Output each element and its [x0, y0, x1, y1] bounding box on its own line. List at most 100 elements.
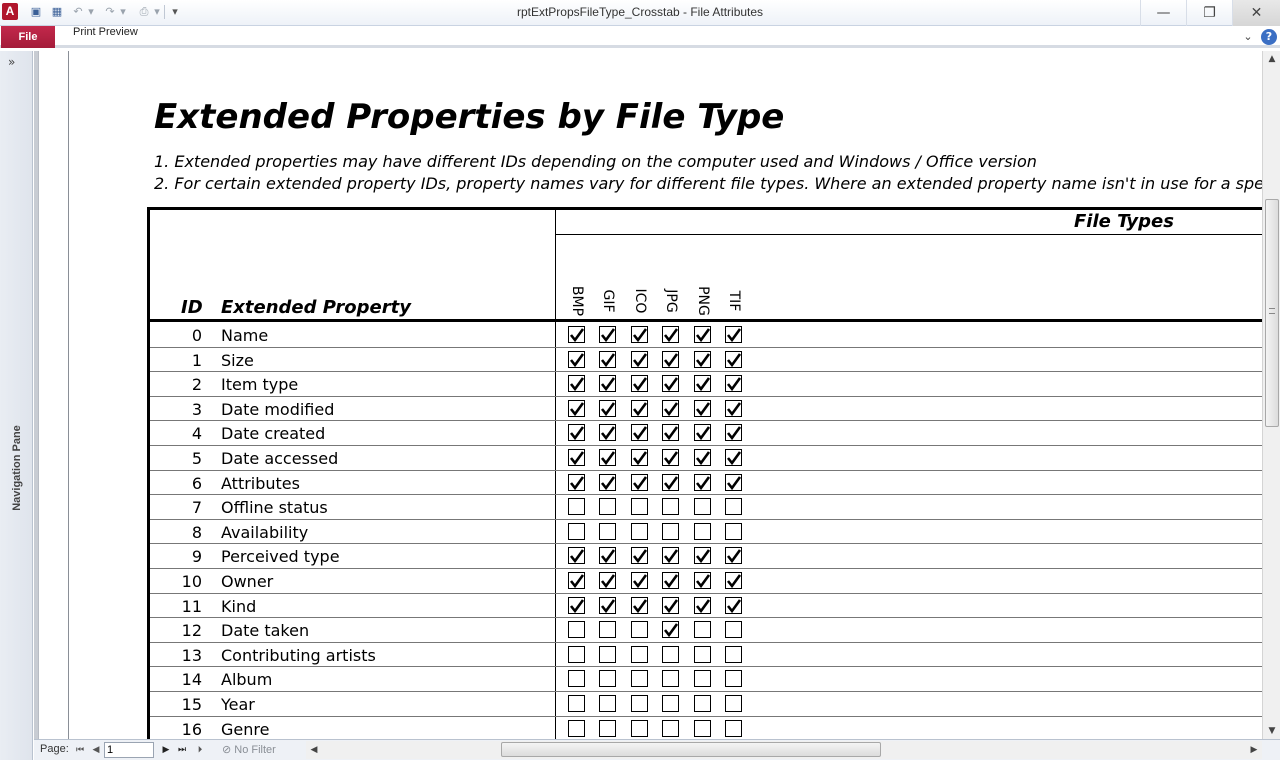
- row-property-name: Date accessed: [221, 449, 339, 468]
- scroll-down-icon[interactable]: ▼: [1263, 723, 1280, 739]
- ribbon-tab-strip: File Print Preview ⌄ ?: [0, 26, 1280, 48]
- checked-checkbox-icon: [694, 449, 711, 466]
- window-title: rptExtPropsFileType_Crosstab - File Attr…: [516, 5, 764, 19]
- checked-checkbox-icon: [662, 547, 679, 565]
- unchecked-checkbox-icon: [694, 695, 711, 712]
- vertical-scrollbar[interactable]: ▲ ▼: [1262, 51, 1280, 739]
- nav-pane-toggle-icon[interactable]: »: [8, 55, 15, 69]
- checked-checkbox-icon: [631, 424, 648, 442]
- row-id: 8: [191, 522, 202, 542]
- restore-button[interactable]: ❐: [1186, 0, 1232, 26]
- record-navigation-bar: Page: ⏮ ◀ 1 ▶ ⏭ ⏵ ⊘ No Filter ◀ ▶: [34, 739, 1280, 760]
- row-id: 16: [181, 719, 202, 739]
- horizontal-scroll-thumb[interactable]: [501, 742, 881, 757]
- unchecked-checkbox-icon: [694, 498, 711, 516]
- checked-checkbox-icon: [599, 572, 616, 589]
- unchecked-checkbox-icon: [599, 670, 616, 688]
- row-property-name: Kind: [221, 596, 257, 616]
- unchecked-checkbox-icon: [631, 498, 648, 516]
- last-page-icon[interactable]: ⏭: [176, 742, 188, 758]
- navigation-pane[interactable]: » Navigation Pane: [0, 51, 33, 760]
- checked-checkbox-icon: [568, 596, 585, 614]
- checked-checkbox-icon: [725, 572, 742, 589]
- minimize-button[interactable]: —: [1140, 0, 1186, 26]
- scroll-right-icon[interactable]: ▶: [1246, 741, 1262, 759]
- unchecked-checkbox-icon: [662, 670, 679, 688]
- scroll-left-icon[interactable]: ◀: [306, 741, 322, 759]
- unchecked-checkbox-icon: [662, 498, 679, 516]
- unchecked-checkbox-icon: [599, 522, 616, 540]
- report-page: Extended Properties by File Type 1. Exte…: [68, 51, 1262, 739]
- row-property-name: Date modified: [221, 399, 335, 419]
- file-type-header-tif: TIF: [724, 281, 744, 321]
- checked-checkbox-icon: [599, 424, 616, 442]
- unchecked-checkbox-icon: [725, 498, 742, 516]
- next-page-icon[interactable]: ▶: [160, 742, 172, 758]
- page-label: Page:: [40, 743, 69, 755]
- checked-checkbox-icon: [662, 326, 679, 343]
- checked-checkbox-icon: [599, 547, 616, 565]
- row-property-name: Owner: [221, 572, 274, 591]
- help-icon[interactable]: ?: [1261, 29, 1277, 45]
- file-type-label: BMP: [569, 285, 585, 317]
- previous-page-icon[interactable]: ◀: [90, 742, 102, 758]
- vertical-scroll-thumb[interactable]: [1265, 199, 1279, 427]
- unchecked-checkbox-icon: [694, 522, 711, 540]
- checked-checkbox-icon: [725, 399, 742, 417]
- checked-checkbox-icon: [662, 399, 679, 417]
- unchecked-checkbox-icon: [631, 621, 648, 639]
- row-property-name: Date created: [221, 424, 326, 444]
- unchecked-checkbox-icon: [568, 498, 585, 516]
- header-bottom-border: [147, 319, 1262, 322]
- checked-checkbox-icon: [694, 424, 711, 442]
- checked-checkbox-icon: [662, 424, 679, 442]
- row-id: 2: [191, 375, 202, 395]
- no-filter-text: No Filter: [234, 744, 276, 756]
- checked-checkbox-icon: [631, 596, 648, 614]
- new-record-icon[interactable]: ⏵: [194, 742, 206, 758]
- table-row: 10 Owner: [150, 569, 1262, 594]
- tab-file[interactable]: File: [1, 26, 55, 48]
- checked-checkbox-icon: [631, 326, 648, 343]
- table-row: 3 Date modified: [150, 397, 1262, 422]
- checked-checkbox-icon: [568, 572, 585, 589]
- checked-checkbox-icon: [631, 547, 648, 565]
- navigation-pane-label[interactable]: Navigation Pane: [2, 413, 32, 523]
- first-page-icon[interactable]: ⏮: [74, 742, 86, 758]
- file-type-label: ICO: [632, 288, 648, 314]
- row-property-name: Size: [221, 350, 254, 370]
- ribbon-collapse-icon[interactable]: ⌄: [1240, 29, 1256, 45]
- row-id: 3: [191, 399, 202, 419]
- report-note-2: 2. For certain extended property IDs, pr…: [154, 174, 1262, 193]
- checked-checkbox-icon: [725, 473, 742, 491]
- row-id: 14: [181, 670, 202, 690]
- table-row: 1 Size: [150, 348, 1262, 373]
- page-number-input[interactable]: 1: [104, 742, 154, 758]
- checked-checkbox-icon: [662, 350, 679, 368]
- file-type-label: JPG: [663, 289, 679, 313]
- horizontal-scrollbar[interactable]: ◀ ▶: [306, 741, 1262, 759]
- checked-checkbox-icon: [568, 449, 585, 466]
- no-filter-indicator[interactable]: ⊘ No Filter: [222, 743, 276, 756]
- tab-print-preview[interactable]: Print Preview: [73, 26, 138, 48]
- checked-checkbox-icon: [725, 424, 742, 442]
- checked-checkbox-icon: [662, 572, 679, 589]
- checked-checkbox-icon: [725, 547, 742, 565]
- unchecked-checkbox-icon: [662, 719, 679, 737]
- table-row: 11 Kind: [150, 594, 1262, 619]
- unchecked-checkbox-icon: [694, 645, 711, 663]
- checked-checkbox-icon: [694, 596, 711, 614]
- scroll-up-icon[interactable]: ▲: [1263, 51, 1280, 67]
- file-type-header-png: PNG: [693, 281, 713, 321]
- unchecked-checkbox-icon: [725, 522, 742, 540]
- unchecked-checkbox-icon: [725, 719, 742, 737]
- checked-checkbox-icon: [568, 375, 585, 393]
- unchecked-checkbox-icon: [725, 621, 742, 639]
- file-types-underline: [555, 234, 1262, 235]
- row-property-name: Offline status: [221, 498, 328, 518]
- unchecked-checkbox-icon: [694, 670, 711, 688]
- close-button[interactable]: ✕: [1232, 0, 1280, 26]
- checked-checkbox-icon: [725, 596, 742, 614]
- row-id: 9: [191, 547, 202, 567]
- checked-checkbox-icon: [662, 596, 679, 614]
